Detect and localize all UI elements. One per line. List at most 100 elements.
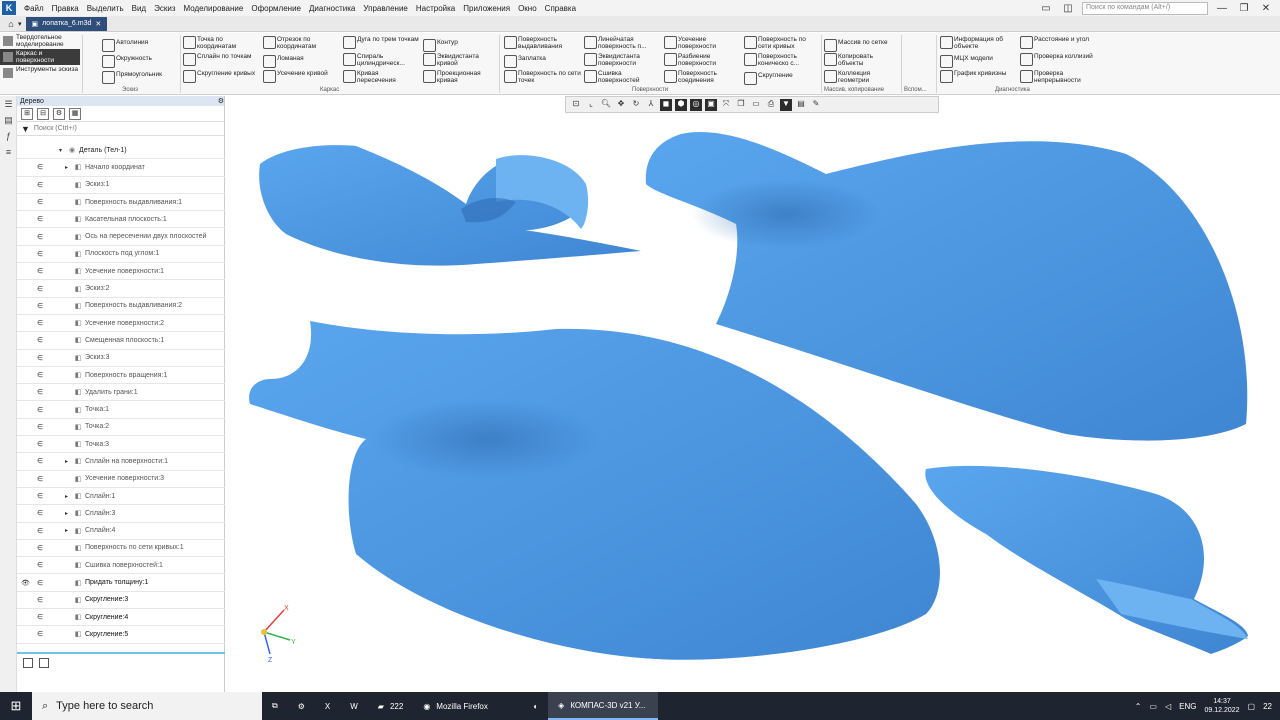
tree-row[interactable]: ∈ ◧ Поверхность вращения:1 xyxy=(17,367,225,385)
menu-help[interactable]: Справка xyxy=(541,4,580,13)
tree-row[interactable]: ∈ ◧ Удалить грани:1 xyxy=(17,384,225,402)
zoom-icon[interactable]: 🔍︎ xyxy=(600,99,612,111)
minimize-icon[interactable]: — xyxy=(1214,3,1230,14)
orientation-icon[interactable]: ⅄ xyxy=(645,99,657,111)
tab-document[interactable]: ▣ лопатка_6.m3d ✕ xyxy=(25,16,108,31)
word-icon[interactable]: W xyxy=(340,692,368,720)
tree-row[interactable]: ∈ ▸ ◧ Сплайн:3 xyxy=(17,505,225,523)
btn-distance-angle[interactable]: Расстояние и угол xyxy=(1020,36,1096,49)
section-icon[interactable]: ▣ xyxy=(705,98,717,111)
btn-intersection-curve[interactable]: Кривая пересечения xyxy=(343,70,419,84)
btn-geometry-collection[interactable]: Коллекция геометрии xyxy=(824,70,900,84)
tree-row[interactable]: ∈ ▸ ◧ Начало координат xyxy=(17,159,225,177)
settings-view-icon[interactable]: ▤ xyxy=(795,99,807,111)
home-icon[interactable]: ⌂ xyxy=(4,19,18,29)
tree-footer-tree-icon[interactable] xyxy=(23,658,33,668)
layers-icon[interactable]: ≡ xyxy=(2,147,15,160)
relation-icon[interactable]: ∈ xyxy=(37,544,49,552)
tree-row[interactable]: ∈ ◧ Смещенная плоскость:1 xyxy=(17,332,225,350)
kompas-logo-icon[interactable]: K xyxy=(2,1,16,15)
shovel-view-top-left[interactable] xyxy=(259,145,641,266)
tree-row[interactable]: ∈ ◧ Усечение поверхности:3 xyxy=(17,471,225,488)
tree-row[interactable]: ∈ ◧ Поверхность по сети кривых:1 xyxy=(17,540,225,558)
menu-control[interactable]: Управление xyxy=(359,4,411,13)
menu-sketch[interactable]: Эскиз xyxy=(150,4,179,13)
chevron-up-icon[interactable]: ⌃ xyxy=(1135,702,1142,711)
relation-icon[interactable]: ∈ xyxy=(37,561,49,569)
tree-row[interactable]: ∈ ▸ ◧ Сплайн:4 xyxy=(17,523,225,540)
menu-settings[interactable]: Настройка xyxy=(412,4,459,13)
relation-icon[interactable]: ∈ xyxy=(37,267,49,275)
volume-icon[interactable]: ◁ xyxy=(1165,702,1171,711)
relation-icon[interactable]: ∈ xyxy=(37,630,49,638)
tree-row[interactable]: ∈ ◧ Скругление:4 xyxy=(17,609,225,627)
tree-row[interactable]: ∈ ◧ Усечение поверхности:1 xyxy=(17,263,225,281)
command-search-input[interactable]: Поиск по командам (Alt+/) xyxy=(1082,1,1208,15)
layout-view-icon[interactable]: ▭ xyxy=(750,99,762,111)
rotate-icon[interactable]: ↻ xyxy=(630,99,642,111)
taskbar-app-firefox[interactable]: ◉ Mozilla Firefox xyxy=(413,692,523,720)
mode-sketch-tools[interactable]: Инструменты эскиза xyxy=(0,65,80,81)
tree-row[interactable]: ∈ ◧ Точка:3 xyxy=(17,436,225,454)
tree-row[interactable]: ∈ ◧ Эскиз:3 xyxy=(17,350,225,367)
relation-icon[interactable]: ∈ xyxy=(37,250,49,258)
menu-diagnostics[interactable]: Диагностика xyxy=(305,4,359,13)
btn-autoline[interactable]: Автолиния xyxy=(102,39,148,52)
shovel-view-bottom-left[interactable] xyxy=(249,321,940,660)
relation-icon[interactable]: ∈ xyxy=(37,354,49,362)
settings-app-icon[interactable]: ⚙ xyxy=(288,692,315,720)
copy-view-icon[interactable]: ❐ xyxy=(735,99,747,111)
eye-icon[interactable]: 👁︎ xyxy=(21,579,31,587)
btn-trim-surface[interactable]: Усечение поверхности xyxy=(664,36,740,50)
btn-continuity-check[interactable]: Проверка непрерывности xyxy=(1020,70,1096,84)
taskbar-app-kompas[interactable]: ◈ КОМПАС-3D v21 У... xyxy=(548,692,659,720)
gear-icon[interactable]: ⚙ xyxy=(218,97,224,105)
btn-split-surface[interactable]: Разбиение поверхности xyxy=(664,53,740,67)
relation-icon[interactable]: ∈ xyxy=(37,406,49,414)
tree-row[interactable]: ∈ ◧ Плоскость под углом:1 xyxy=(17,246,225,264)
btn-circle[interactable]: Окружность xyxy=(102,55,152,68)
pan-icon[interactable]: ✥ xyxy=(615,99,627,111)
clock[interactable]: 14:37 09.12.2022 xyxy=(1204,697,1239,715)
perspective-icon[interactable]: ⤧ xyxy=(720,99,732,111)
expand-icon[interactable]: ▸ xyxy=(65,458,73,465)
btn-conic-surface[interactable]: Поверхность коническо с... xyxy=(744,53,820,67)
tree-row[interactable]: ∈ ▸ ◧ Сплайн:1 xyxy=(17,488,225,506)
relation-icon[interactable]: ∈ xyxy=(37,527,49,535)
menu-edit[interactable]: Правка xyxy=(48,4,83,13)
filter-view-icon[interactable]: ▼ xyxy=(780,98,792,111)
relation-icon[interactable]: ∈ xyxy=(37,336,49,344)
tree-row[interactable]: ∈ ◧ Точка:2 xyxy=(17,419,225,437)
menu-apps[interactable]: Приложения xyxy=(459,4,514,13)
chevron-down-icon[interactable]: ▾ xyxy=(18,20,22,28)
tree-row[interactable]: ∈ ◧ Эскиз:1 xyxy=(17,177,225,194)
btn-arc-3pts[interactable]: Дуга по трем точкам xyxy=(343,36,419,49)
btn-surface-points[interactable]: Поверхность по сети точек xyxy=(504,70,582,84)
tree-view-icon[interactable]: ⊞ xyxy=(21,107,33,120)
mode-wireframe[interactable]: Каркас и поверхности xyxy=(0,49,80,65)
relation-icon[interactable]: ∈ xyxy=(37,440,49,448)
btn-extrude-surface[interactable]: Поверхность выдавливания xyxy=(504,36,582,50)
relation-icon[interactable]: ∈ xyxy=(37,579,49,587)
relation-icon[interactable]: ∈ xyxy=(37,475,49,483)
variables-icon[interactable]: ƒ xyxy=(2,131,15,144)
btn-blend-surface[interactable]: Поверхность соединения xyxy=(664,70,740,84)
btn-spiral[interactable]: Спираль цилиндрическ... xyxy=(343,53,419,67)
tree-row[interactable]: ∈ ◧ Усечение поверхности:2 xyxy=(17,315,225,333)
expand-icon[interactable]: ▾ xyxy=(59,147,67,154)
btn-offset-surface[interactable]: Эквидистанта поверхности xyxy=(584,53,662,67)
menu-design[interactable]: Оформление xyxy=(247,4,305,13)
fit-icon[interactable]: ⌞ xyxy=(585,99,597,111)
lang-indicator[interactable]: ENG xyxy=(1179,702,1196,711)
menu-modeling[interactable]: Моделирование xyxy=(179,4,247,13)
relation-icon[interactable]: ∈ xyxy=(37,198,49,206)
relation-icon[interactable]: ∈ xyxy=(37,319,49,327)
btn-collision-check[interactable]: Проверка коллизий xyxy=(1020,53,1096,66)
relation-icon[interactable]: ∈ xyxy=(37,371,49,379)
tree-struct-icon[interactable]: ⊟ xyxy=(37,107,49,120)
menu-select[interactable]: Выделить xyxy=(83,4,128,13)
properties-icon[interactable]: ▤ xyxy=(2,115,15,128)
btn-spline-points[interactable]: Сплайн по точкам xyxy=(183,53,261,66)
relation-icon[interactable]: ∈ xyxy=(37,233,49,241)
btn-stitch-surfaces[interactable]: Сшивка поверхностей xyxy=(584,70,662,84)
